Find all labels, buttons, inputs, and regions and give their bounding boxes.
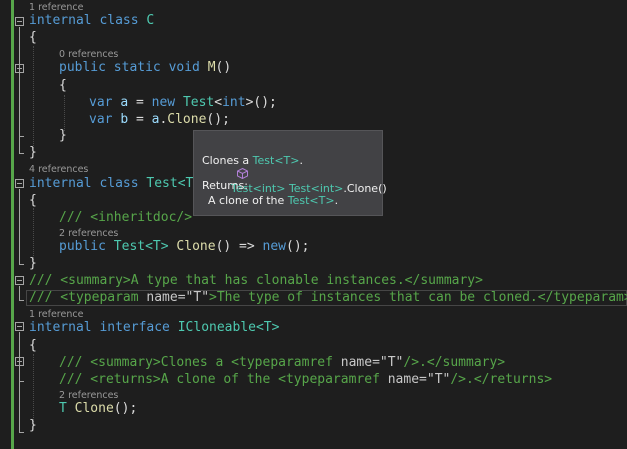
code-line-19: /// <returns>A clone of the <typeparamre… bbox=[59, 372, 553, 387]
fold-end bbox=[19, 300, 24, 301]
code-line-8: } bbox=[29, 145, 37, 160]
code-line-20: T Clone(); bbox=[59, 401, 138, 416]
code-editor[interactable]: 1 reference internal class C { 0 referen… bbox=[0, 0, 627, 449]
fold-guide bbox=[19, 332, 20, 432]
fold-guide bbox=[19, 367, 20, 381]
fold-toggle-class-c[interactable] bbox=[15, 17, 24, 26]
indent-guide bbox=[64, 95, 65, 131]
code-line-5: var a = new Test<int>(); bbox=[89, 95, 277, 110]
code-line-13: } bbox=[29, 256, 37, 271]
code-line-6: var b = a.Clone(); bbox=[89, 112, 230, 127]
fold-toggle-method-m[interactable] bbox=[15, 64, 24, 73]
tooltip-signature: Test<int> Test<int>.Clone() bbox=[202, 138, 387, 195]
code-line-9: internal class Test<T> bbox=[29, 176, 202, 191]
code-line-21: } bbox=[29, 418, 37, 433]
fold-end bbox=[19, 153, 24, 154]
code-line-11: /// <inheritdoc/> bbox=[59, 210, 193, 225]
code-line-10: { bbox=[29, 193, 37, 208]
indent-guide bbox=[33, 354, 34, 426]
quick-info-tooltip: Test<int> Test<int>.Clone() Clones a Tes… bbox=[193, 130, 387, 216]
gutter bbox=[0, 0, 10, 449]
fold-end bbox=[19, 432, 24, 433]
code-line-1: internal class C bbox=[29, 13, 155, 28]
code-line-14: /// <summary>A type that has clonable in… bbox=[29, 273, 483, 288]
fold-guide bbox=[19, 286, 20, 300]
fold-guide bbox=[19, 74, 20, 136]
code-line-3: public static void M() bbox=[59, 60, 232, 75]
code-line-15: /// <typeparam name="T">The type of inst… bbox=[29, 290, 627, 305]
change-indicator-bar bbox=[11, 0, 14, 449]
fold-end bbox=[19, 381, 24, 382]
code-line-18: /// <summary>Clones a <typeparamref name… bbox=[59, 355, 506, 370]
code-line-16: internal interface ICloneable<T> bbox=[29, 320, 280, 335]
fold-end bbox=[19, 264, 24, 265]
fold-toggle-interface-doc[interactable] bbox=[15, 357, 24, 366]
fold-toggle-class-test[interactable] bbox=[15, 179, 24, 188]
indent-guide bbox=[33, 46, 34, 148]
tooltip-returns-text: A clone of the Test<T>. bbox=[208, 194, 339, 207]
fold-guide bbox=[19, 189, 20, 264]
code-line-17: { bbox=[29, 338, 37, 353]
code-line-4: { bbox=[59, 78, 67, 93]
fold-toggle-interface[interactable] bbox=[15, 322, 24, 331]
fold-toggle-doc-comment[interactable] bbox=[15, 276, 24, 285]
fold-end bbox=[19, 136, 24, 137]
indent-guide bbox=[33, 208, 34, 260]
code-line-12: public Test<T> Clone() => new(); bbox=[59, 239, 310, 254]
code-line-7: } bbox=[59, 128, 67, 143]
code-line-2: { bbox=[29, 30, 37, 45]
